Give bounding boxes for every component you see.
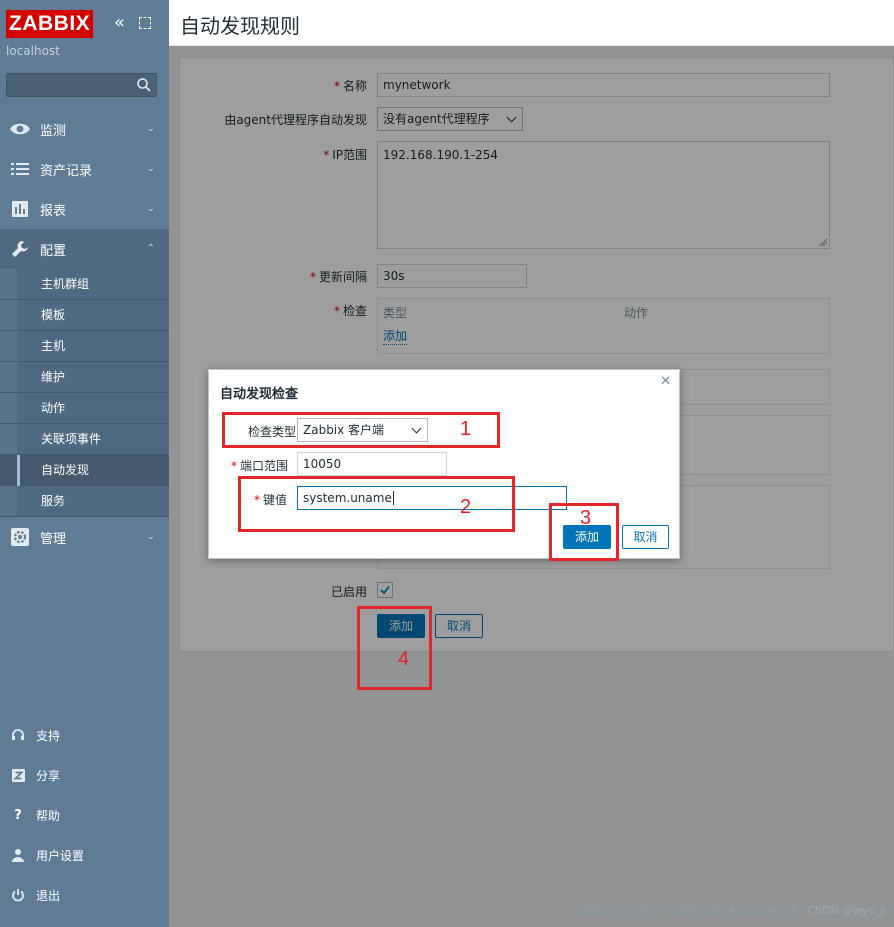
chevron-down-icon: ⌄ — [146, 163, 155, 174]
search-input[interactable] — [6, 73, 157, 97]
chevron-down-icon: ⌄ — [146, 531, 155, 542]
logo-row: ZABBIX — [6, 10, 94, 38]
menu-configuration[interactable]: 配置 ⌃ — [0, 229, 169, 269]
menu-label: 支持 — [36, 728, 61, 743]
dialog-cancel-button[interactable]: 取消 — [622, 525, 669, 549]
menu-sign-out[interactable]: 退出 — [0, 875, 169, 915]
menu-label: 分享 — [36, 768, 61, 783]
annotation-number-2: 2 — [460, 496, 472, 518]
search-icon[interactable] — [136, 77, 152, 93]
annotation-number-4: 4 — [398, 648, 410, 670]
share-icon — [0, 768, 36, 782]
menu-label: 退出 — [36, 888, 61, 903]
headset-icon — [0, 728, 36, 742]
watermark: CSDN @wys_jj — [807, 904, 886, 917]
submenu-maintenance[interactable]: 维护 — [0, 362, 169, 393]
annotation-number-3: 3 — [580, 507, 592, 529]
gear-icon — [11, 528, 29, 546]
zabbix-logo[interactable]: ZABBIX — [6, 10, 94, 38]
port-range-input[interactable]: 10050 — [297, 452, 447, 476]
power-icon — [0, 888, 36, 902]
list-icon — [11, 163, 29, 175]
submenu-hosts[interactable]: 主机 — [0, 331, 169, 362]
annotation-box-2 — [238, 476, 515, 532]
submenu-actions[interactable]: 动作 — [0, 393, 169, 424]
menu-administration[interactable]: 管理 ⌄ — [0, 517, 169, 557]
chevron-down-icon: ⌄ — [146, 123, 155, 134]
menu-reports[interactable]: 报表 ⌄ — [0, 189, 169, 229]
port-range-label: * 端口范围 — [230, 459, 288, 473]
collapse-sidebar-icon[interactable]: « — [114, 14, 130, 34]
menu-inventory[interactable]: 资产记录 ⌄ — [0, 149, 169, 189]
page-title: 自动发现规则 — [180, 14, 300, 38]
chevron-up-icon: ⌃ — [146, 243, 155, 254]
kiosk-mode-icon[interactable] — [139, 17, 151, 29]
menu-share[interactable]: 分享 — [0, 755, 169, 795]
menu-label: 用户设置 — [36, 848, 85, 863]
chevron-down-icon: ⌄ — [146, 203, 155, 214]
dialog-title: 自动发现检查 — [220, 387, 299, 402]
help-icon: ? — [14, 807, 22, 823]
annotation-box-1 — [222, 412, 500, 448]
wrench-icon — [12, 241, 28, 257]
submenu-host-groups[interactable]: 主机群组 — [0, 269, 169, 300]
submenu-templates[interactable]: 模板 — [0, 300, 169, 331]
bar-chart-icon — [12, 201, 28, 217]
menu-label: 帮助 — [36, 808, 61, 823]
footer-copyright: Zabbix 5.0.42. © 2001–2024 Zabbix SIA — [575, 904, 798, 917]
annotation-box-4 — [357, 606, 432, 690]
user-icon — [0, 848, 36, 862]
eye-icon — [10, 123, 30, 135]
menu-support[interactable]: 支持 — [0, 715, 169, 755]
config-submenu: 主机群组 模板 主机 维护 动作 关联项事件 自动发现 服务 — [0, 269, 169, 517]
main-menu: 监测 ⌄ 资产记录 ⌄ 报表 ⌄ 配置 ⌃ 主机群组 模板 主机 维护 动作 关… — [0, 109, 169, 557]
server-name: localhost — [6, 44, 60, 58]
close-icon[interactable]: ✕ — [660, 374, 671, 389]
footer: Zabbix 5.0.42. © 2001–2024 Zabbix SIA CS… — [576, 904, 886, 917]
menu-help[interactable]: ? 帮助 — [0, 795, 169, 835]
bottom-menu: 支持 分享 ? 帮助 用户设置 退出 — [0, 715, 169, 915]
page-header: 自动发现规则 — [169, 0, 894, 46]
menu-user-settings[interactable]: 用户设置 — [0, 835, 169, 875]
annotation-number-1: 1 — [460, 418, 472, 440]
menu-monitoring[interactable]: 监测 ⌄ — [0, 109, 169, 149]
